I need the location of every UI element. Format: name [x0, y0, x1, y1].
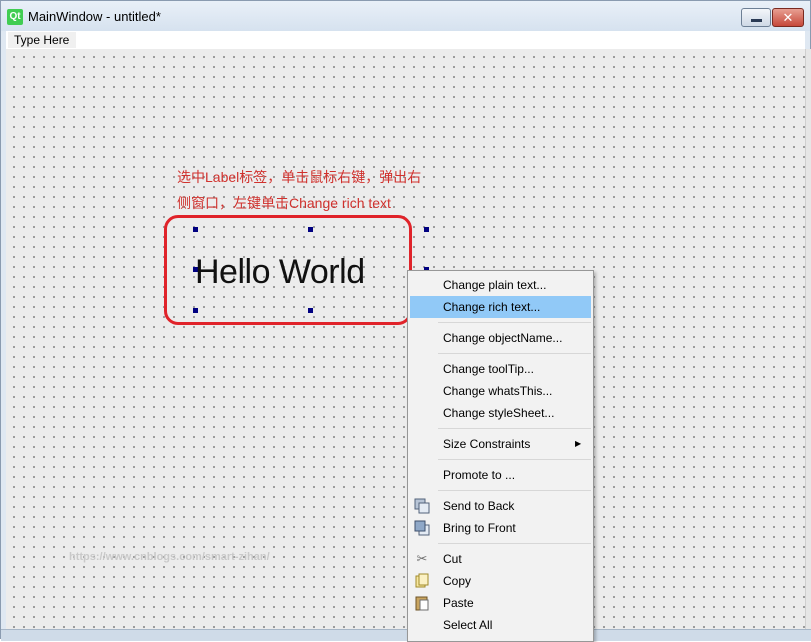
- selection-handle[interactable]: [308, 227, 313, 232]
- menu-separator: [438, 428, 591, 429]
- menu-item-label: Copy: [443, 574, 472, 588]
- scissors-icon: ✂: [416, 551, 428, 566]
- hello-world-label[interactable]: Hello World: [195, 253, 365, 292]
- type-here-menu[interactable]: Type Here: [8, 32, 76, 48]
- annotation-line-2: 侧窗口，左键单击Change rich text: [177, 195, 391, 211]
- qt-app-icon: Qt: [7, 9, 23, 25]
- menu-separator: [438, 543, 591, 544]
- menu-item-label: Size Constraints: [443, 437, 531, 451]
- vertical-scrollbar[interactable]: [805, 49, 811, 629]
- submenu-arrow-icon: ▶: [575, 439, 582, 448]
- menu-item-change-whatsthis[interactable]: Change whatsThis...: [410, 380, 591, 402]
- copy-icon: [414, 573, 430, 589]
- menu-item-copy[interactable]: Copy: [410, 570, 591, 592]
- menu-item-label: Promote to ...: [443, 468, 516, 482]
- menu-item-label: Cut: [443, 552, 462, 566]
- close-button[interactable]: ✕: [772, 8, 804, 27]
- menu-item-change-rich-text[interactable]: Change rich text...: [410, 296, 591, 318]
- menu-separator: [438, 322, 591, 323]
- menu-item-label: Change toolTip...: [443, 362, 534, 376]
- menu-item-label: Paste: [443, 596, 474, 610]
- annotation-line-1: 选中Label标签，单击鼠标右键，弹出右: [177, 169, 422, 185]
- menu-item-promote-to[interactable]: Promote to ...: [410, 464, 591, 486]
- watermark-text: https://www.cnblogs.com/smart-zihan/: [69, 551, 270, 563]
- menu-item-label: Change whatsThis...: [443, 384, 553, 398]
- menu-item-change-objectname[interactable]: Change objectName...: [410, 327, 591, 349]
- minimize-icon: [751, 19, 762, 22]
- minimize-button[interactable]: [741, 8, 771, 27]
- paste-icon: [414, 595, 430, 611]
- title-bar[interactable]: Qt MainWindow - untitled* ✕: [1, 1, 810, 31]
- menu-item-change-stylesheet[interactable]: Change styleSheet...: [410, 402, 591, 424]
- close-icon: ✕: [782, 10, 794, 25]
- menu-item-label: Change objectName...: [443, 331, 563, 345]
- menu-item-select-all[interactable]: Select All: [410, 614, 591, 636]
- menu-item-label: Select All: [443, 618, 493, 632]
- selection-handle[interactable]: [424, 227, 429, 232]
- menu-separator: [438, 353, 591, 354]
- menu-item-paste[interactable]: Paste: [410, 592, 591, 614]
- selection-handle[interactable]: [308, 308, 313, 313]
- menu-item-label: Change rich text...: [443, 300, 541, 314]
- window-bottom-frame: [1, 629, 811, 641]
- send-to-back-icon: [414, 498, 430, 514]
- form-canvas[interactable]: [6, 49, 805, 629]
- bring-to-front-icon: [414, 520, 430, 536]
- menu-item-label: Bring to Front: [443, 521, 516, 535]
- menu-item-label: Send to Back: [443, 499, 515, 513]
- menu-separator: [438, 459, 591, 460]
- menu-item-label: Change plain text...: [443, 278, 547, 292]
- menu-separator: [438, 490, 591, 491]
- menu-item-send-to-back[interactable]: Send to Back: [410, 495, 591, 517]
- menu-item-change-plain-text[interactable]: Change plain text...: [410, 274, 591, 296]
- menu-item-bring-to-front[interactable]: Bring to Front: [410, 517, 591, 539]
- menu-bar: Type Here: [6, 31, 805, 49]
- selection-handle[interactable]: [193, 227, 198, 232]
- selection-handle[interactable]: [193, 308, 198, 313]
- window-title: MainWindow - untitled*: [28, 9, 161, 24]
- main-window: Qt MainWindow - untitled* ✕ Type Here 选中…: [0, 0, 811, 642]
- context-menu: Change plain text... Change rich text...…: [407, 270, 594, 642]
- menu-item-size-constraints[interactable]: Size Constraints ▶: [410, 433, 591, 455]
- menu-item-cut[interactable]: ✂ Cut: [410, 548, 591, 570]
- menu-item-label: Change styleSheet...: [443, 406, 555, 420]
- menu-item-change-tooltip[interactable]: Change toolTip...: [410, 358, 591, 380]
